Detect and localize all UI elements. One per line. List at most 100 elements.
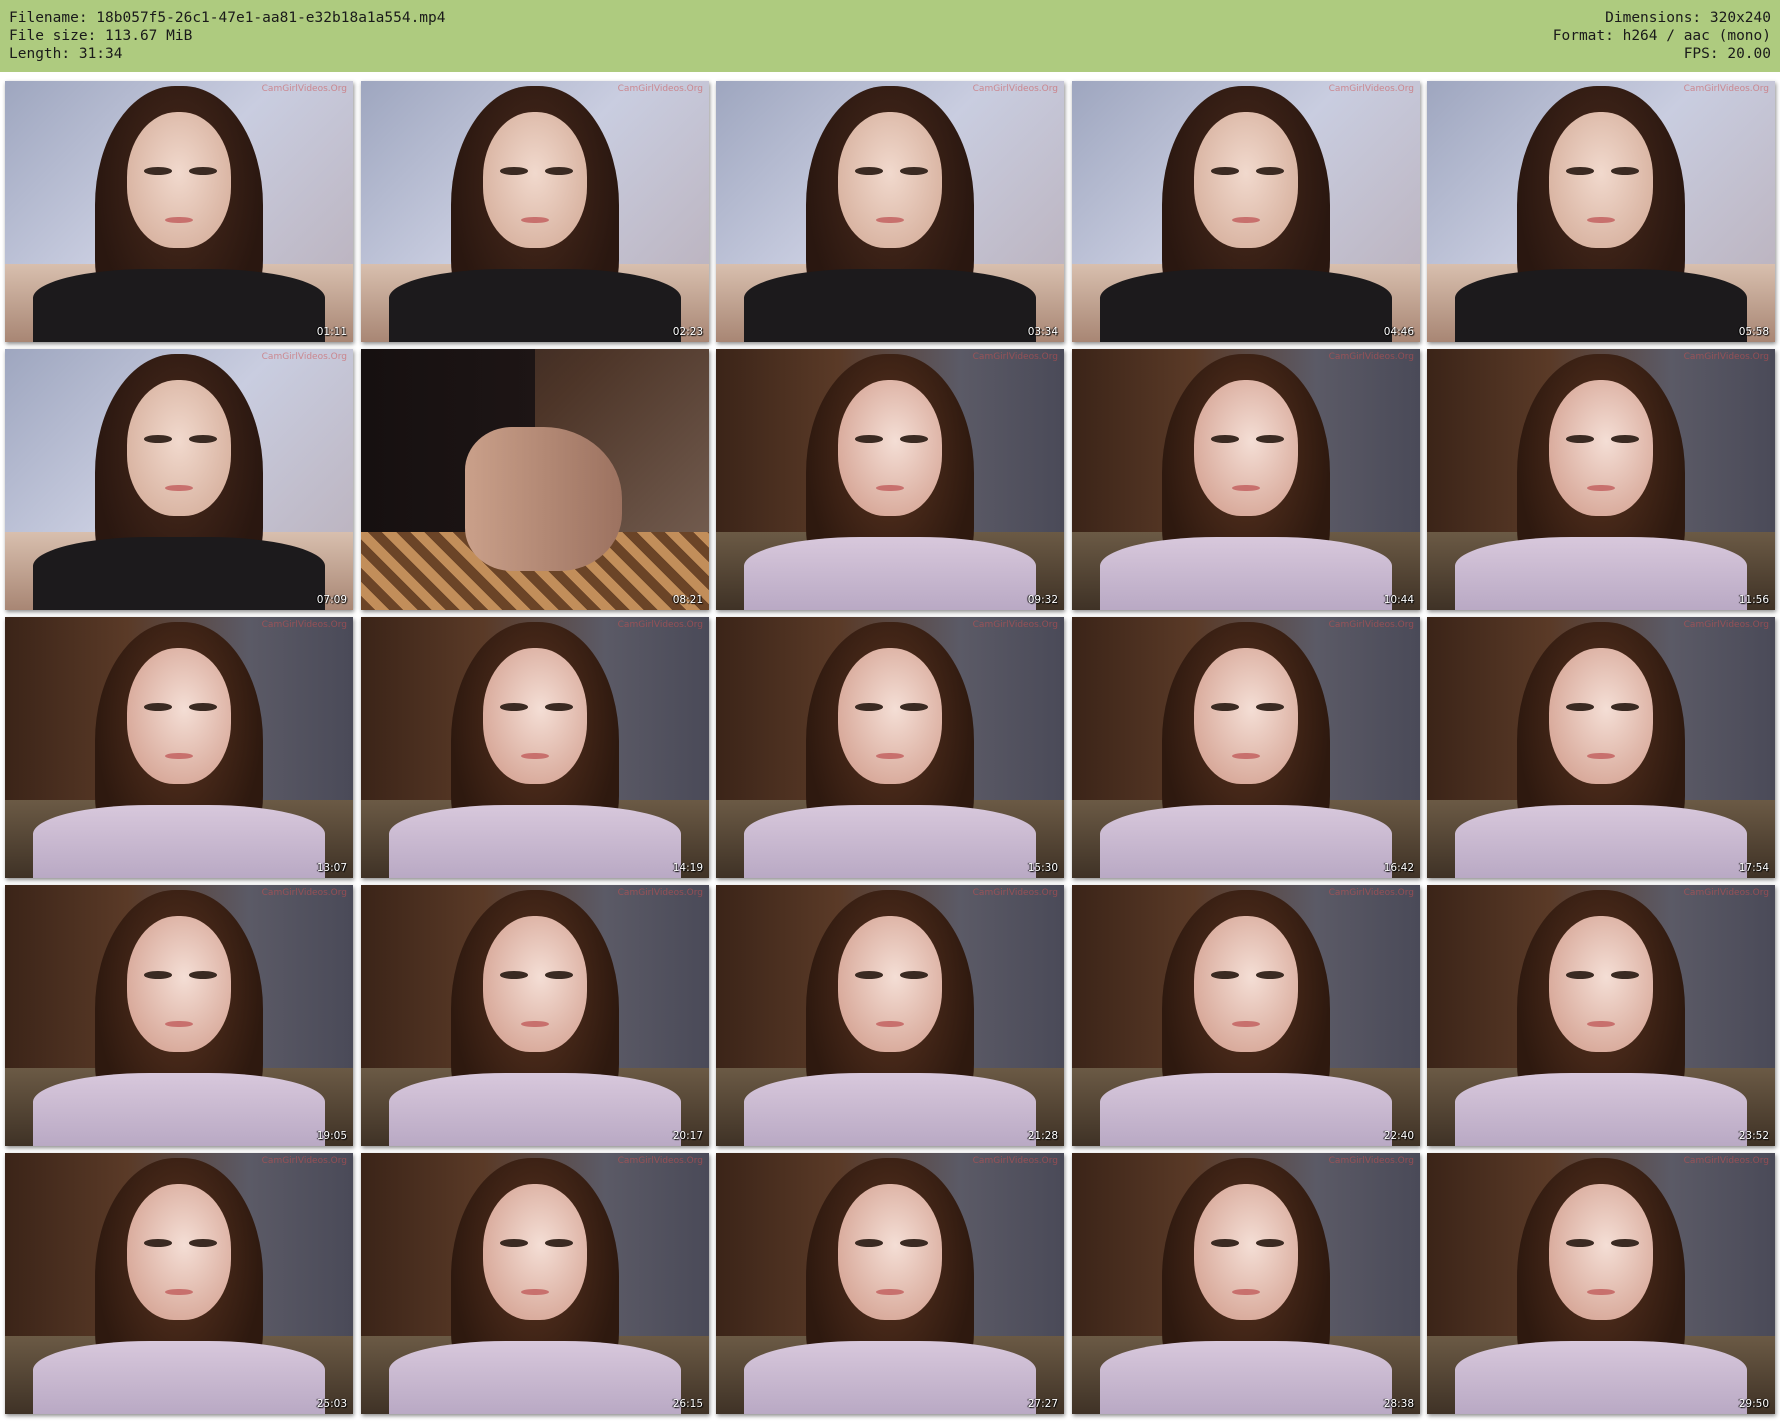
- frame-face: [126, 916, 232, 1053]
- frame-clothing: [1099, 536, 1393, 610]
- frame-eye: [900, 167, 929, 175]
- frame-clothing: [1099, 268, 1393, 342]
- frame-clothing: [388, 268, 682, 342]
- frame-face: [837, 380, 943, 517]
- frame-clothing: [1454, 804, 1748, 878]
- thumbnail-frame: 08:21: [361, 349, 709, 610]
- watermark-text: CamGirlVideos.Org: [972, 620, 1058, 630]
- timestamp-label: 28:38: [1383, 1398, 1414, 1410]
- frame-face: [1548, 1184, 1654, 1321]
- frame-clothing: [32, 1340, 326, 1414]
- timestamp-label: 20:17: [672, 1130, 703, 1142]
- frame-eye: [1256, 435, 1285, 443]
- timestamp-label: 23:52: [1738, 1130, 1769, 1142]
- timestamp-label: 19:05: [316, 1130, 347, 1142]
- watermark-text: CamGirlVideos.Org: [617, 888, 703, 898]
- timestamp-label: 10:44: [1383, 594, 1414, 606]
- format-text: Format: h264 / aac (mono): [1552, 28, 1771, 44]
- frame-face: [126, 648, 232, 785]
- length-text: Length: 31:34: [9, 46, 123, 62]
- watermark-text: CamGirlVideos.Org: [1328, 1156, 1414, 1166]
- frame-clothing: [1099, 1072, 1393, 1146]
- frame-eye: [144, 703, 173, 711]
- frame-eye: [855, 1239, 884, 1247]
- timestamp-label: 07:09: [316, 594, 347, 606]
- watermark-text: CamGirlVideos.Org: [1683, 888, 1769, 898]
- thumbnail-frame: CamGirlVideos.Org 13:07: [5, 617, 353, 878]
- frame-eye: [144, 167, 173, 175]
- frame-face: [126, 1184, 232, 1321]
- timestamp-label: 27:27: [1027, 1398, 1058, 1410]
- frame-eye: [855, 167, 884, 175]
- thumbnail-frame: CamGirlVideos.Org 17:54: [1427, 617, 1775, 878]
- thumbnail-frame: CamGirlVideos.Org 29:50: [1427, 1153, 1775, 1414]
- frame-eye: [1256, 703, 1285, 711]
- frame-eye: [1611, 167, 1640, 175]
- timestamp-label: 16:42: [1383, 862, 1414, 874]
- info-header: Filename: 18b057f5-26c1-47e1-aa81-e32b18…: [0, 0, 1780, 72]
- watermark-text: CamGirlVideos.Org: [1683, 352, 1769, 362]
- filename-text: Filename: 18b057f5-26c1-47e1-aa81-e32b18…: [9, 10, 446, 26]
- frame-eye: [144, 1239, 173, 1247]
- frame-face: [1193, 916, 1299, 1053]
- frame-eye: [189, 971, 218, 979]
- frame-eye: [855, 703, 884, 711]
- frame-eye: [1611, 971, 1640, 979]
- watermark-text: CamGirlVideos.Org: [972, 352, 1058, 362]
- frame-eye: [545, 971, 574, 979]
- thumbnail-frame: CamGirlVideos.Org 11:56: [1427, 349, 1775, 610]
- watermark-text: CamGirlVideos.Org: [1328, 888, 1414, 898]
- filesize-text: File size: 113.67 MiB: [9, 28, 193, 44]
- frame-clothing: [388, 1340, 682, 1414]
- frame-eye: [1256, 971, 1285, 979]
- frame-clothing: [388, 804, 682, 878]
- frame-clothing: [1454, 536, 1748, 610]
- thumbnail-grid: CamGirlVideos.Org 01:11 CamGirlVideos.Org 0…: [0, 72, 1780, 1423]
- thumbnail-frame: CamGirlVideos.Org 15:30: [716, 617, 1064, 878]
- timestamp-label: 17:54: [1738, 862, 1769, 874]
- thumbnail-frame: CamGirlVideos.Org 09:32: [716, 349, 1064, 610]
- frame-eye: [1566, 971, 1595, 979]
- frame-clothing: [1099, 804, 1393, 878]
- frame-clothing: [1454, 1340, 1748, 1414]
- frame-face: [837, 648, 943, 785]
- watermark-text: CamGirlVideos.Org: [1328, 620, 1414, 630]
- timestamp-label: 21:28: [1027, 1130, 1058, 1142]
- frame-clothing: [32, 1072, 326, 1146]
- frame-clothing: [32, 268, 326, 342]
- frame-eye: [1611, 435, 1640, 443]
- frame-eye: [1211, 167, 1240, 175]
- frame-clothing: [32, 536, 326, 610]
- frame-eye: [545, 1239, 574, 1247]
- watermark-text: CamGirlVideos.Org: [972, 84, 1058, 94]
- frame-eye: [189, 703, 218, 711]
- watermark-text: CamGirlVideos.Org: [1683, 620, 1769, 630]
- frame-clothing: [32, 804, 326, 878]
- video-info: Dimensions: 320x240 Format: h264 / aac (…: [1553, 9, 1771, 63]
- frame-face: [126, 380, 232, 517]
- frame-clothing: [743, 1072, 1037, 1146]
- frame-eye: [1566, 167, 1595, 175]
- frame-eye: [1211, 971, 1240, 979]
- watermark-text: CamGirlVideos.Org: [617, 1156, 703, 1166]
- thumbnail-frame: CamGirlVideos.Org 03:34: [716, 81, 1064, 342]
- frame-face: [1548, 916, 1654, 1053]
- timestamp-label: 04:46: [1383, 326, 1414, 338]
- frame-eye: [1211, 435, 1240, 443]
- thumbnail-frame: CamGirlVideos.Org 26:15: [361, 1153, 709, 1414]
- frame-face: [482, 648, 588, 785]
- frame-eye: [545, 703, 574, 711]
- frame-face: [1548, 380, 1654, 517]
- timestamp-label: 15:30: [1027, 862, 1058, 874]
- frame-face: [1193, 648, 1299, 785]
- thumbnail-frame: CamGirlVideos.Org 22:40: [1072, 885, 1420, 1146]
- frame-eye: [1256, 167, 1285, 175]
- thumbnail-frame: CamGirlVideos.Org 21:28: [716, 885, 1064, 1146]
- timestamp-label: 02:23: [672, 326, 703, 338]
- watermark-text: CamGirlVideos.Org: [261, 1156, 347, 1166]
- thumbnail-frame: CamGirlVideos.Org 14:19: [361, 617, 709, 878]
- timestamp-label: 29:50: [1738, 1398, 1769, 1410]
- frame-clothing: [743, 536, 1037, 610]
- frame-eye: [900, 703, 929, 711]
- watermark-text: CamGirlVideos.Org: [617, 620, 703, 630]
